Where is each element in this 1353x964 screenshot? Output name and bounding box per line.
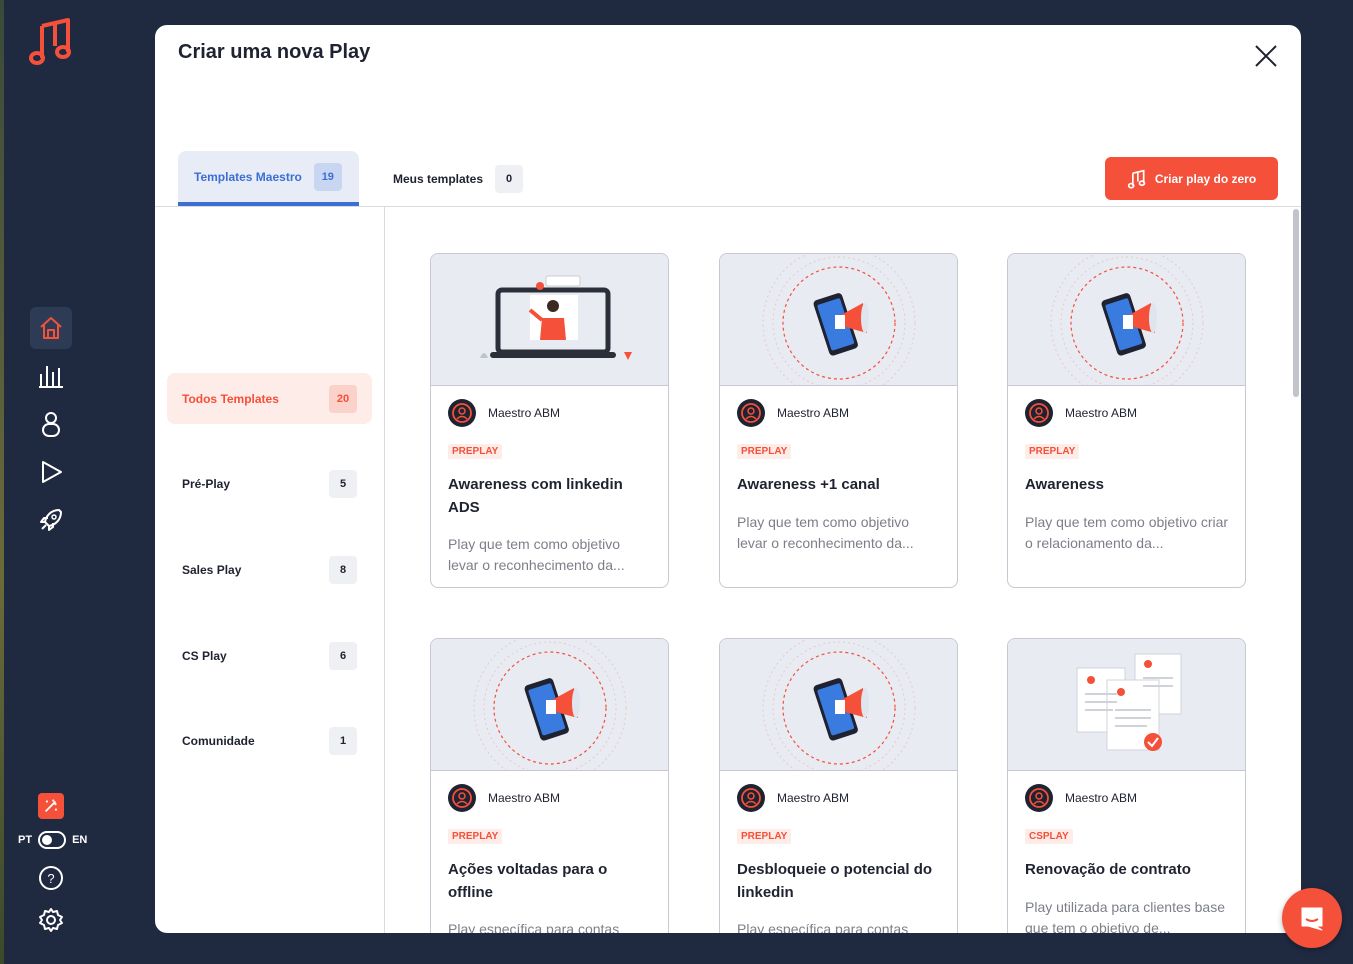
play-icon[interactable]: [30, 451, 72, 493]
card-author: Maestro ABM: [1025, 784, 1137, 812]
card-author: Maestro ABM: [737, 399, 849, 427]
author-name: Maestro ABM: [1065, 406, 1138, 420]
avatar: [1025, 399, 1053, 427]
author-name: Maestro ABM: [1065, 791, 1138, 805]
template-card[interactable]: Maestro ABM CSPLAY Renovação de contrato…: [1007, 638, 1246, 933]
avatar: [737, 399, 765, 427]
category-count: 8: [329, 555, 357, 584]
card-author: Maestro ABM: [448, 784, 560, 812]
tab-label: Meus templates: [393, 171, 484, 186]
panel-divider: [384, 206, 385, 933]
card-description: Play utilizada para clientes base que te…: [1025, 899, 1226, 933]
category-comunidade[interactable]: Comunidade 1: [167, 715, 372, 766]
category-count: 6: [329, 641, 357, 670]
magic-wand-icon[interactable]: [38, 793, 64, 819]
category-cs-play[interactable]: CS Play 6: [167, 630, 372, 681]
tab-count: 19: [313, 162, 342, 191]
category-count: 20: [329, 384, 357, 413]
avatar: [448, 399, 476, 427]
tab-label: Templates Maestro: [194, 169, 302, 184]
lang-pt-label: PT: [18, 834, 33, 846]
template-card[interactable]: Maestro ABM PREPLAY Awareness com linked…: [430, 253, 669, 588]
author-name: Maestro ABM: [488, 791, 561, 805]
create-play-modal: Criar uma nova Play Templates Maestro 19…: [155, 25, 1301, 933]
category-todos-templates[interactable]: Todos Templates 20: [167, 373, 372, 424]
card-title: Ações voltadas para o offline: [448, 861, 608, 901]
chat-icon[interactable]: [1282, 888, 1342, 948]
card-title: Awareness com linkedin ADS: [448, 476, 623, 516]
scrollbar[interactable]: [1291, 207, 1301, 933]
type-badge: PREPLAY: [1025, 444, 1080, 459]
card-description: Play que tem como objetivo levar o recon…: [737, 514, 914, 551]
type-badge: PREPLAY: [737, 829, 792, 844]
music-notes-icon: [1127, 169, 1146, 189]
category-label: Todos Templates: [182, 391, 279, 406]
category-label: CS Play: [182, 648, 227, 663]
card-description: Play que tem como objetivo criar o relac…: [1025, 514, 1229, 551]
type-badge: PREPLAY: [448, 444, 503, 459]
settings-gear-icon[interactable]: [30, 899, 72, 941]
header-divider: [155, 206, 1301, 207]
template-card[interactable]: Maestro ABM PREPLAY Awareness +1 canal P…: [719, 253, 958, 588]
music-notes-logo-icon[interactable]: [28, 16, 78, 66]
tab-count: 0: [495, 164, 524, 193]
home-icon[interactable]: [30, 307, 72, 349]
tab-templates-maestro[interactable]: Templates Maestro 19: [178, 151, 359, 206]
template-card[interactable]: Maestro ABM PREPLAY Desbloqueie o potenc…: [719, 638, 958, 933]
card-description: Play que tem como objetivo levar o recon…: [448, 536, 625, 573]
create-play-from-scratch-button[interactable]: Criar play do zero: [1105, 157, 1278, 200]
phone-megaphone-illustration: [1008, 254, 1245, 386]
card-title: Awareness +1 canal: [737, 476, 880, 493]
type-badge: CSPLAY: [1025, 829, 1073, 844]
category-sales-play[interactable]: Sales Play 8: [167, 544, 372, 595]
avatar: [448, 784, 476, 812]
card-author: Maestro ABM: [737, 784, 849, 812]
sidebar: PT EN ?: [4, 0, 100, 964]
chart-icon[interactable]: [30, 355, 72, 397]
card-description: Play específica para contas: [737, 921, 909, 933]
phone-megaphone-illustration: [720, 254, 957, 386]
help-icon[interactable]: ?: [30, 857, 72, 899]
category-label: Pré-Play: [182, 476, 231, 491]
rocket-icon[interactable]: [30, 499, 72, 541]
close-icon[interactable]: [1251, 41, 1281, 71]
scrollbar-thumb[interactable]: [1293, 209, 1299, 397]
type-badge: PREPLAY: [448, 829, 503, 844]
card-title: Awareness: [1025, 476, 1104, 493]
template-card[interactable]: Maestro ABM PREPLAY Awareness Play que t…: [1007, 253, 1246, 588]
avatar: [737, 784, 765, 812]
category-label: Sales Play: [182, 562, 242, 577]
category-label: Comunidade: [182, 733, 255, 748]
phone-megaphone-illustration: [431, 639, 668, 771]
phone-megaphone-illustration: [720, 639, 957, 771]
card-author: Maestro ABM: [448, 399, 560, 427]
author-name: Maestro ABM: [777, 791, 850, 805]
type-badge: PREPLAY: [737, 444, 792, 459]
user-icon[interactable]: [30, 403, 72, 445]
modal-title: Criar uma nova Play: [178, 41, 371, 63]
documents-check-illustration: [1008, 639, 1245, 771]
lang-switch[interactable]: [38, 831, 67, 849]
category-count: 5: [329, 469, 357, 498]
create-button-label: Criar play do zero: [1154, 171, 1257, 186]
author-name: Maestro ABM: [488, 406, 561, 420]
tab-meus-templates[interactable]: Meus templates 0: [377, 151, 539, 206]
card-description: Play específica para contas: [448, 921, 620, 933]
category-count: 1: [329, 726, 357, 755]
category-pre-play[interactable]: Pré-Play 5: [167, 458, 372, 509]
author-name: Maestro ABM: [777, 406, 850, 420]
lang-en-label: EN: [72, 834, 88, 846]
card-title: Renovação de contrato: [1025, 861, 1191, 878]
laptop-presenter-illustration: [431, 254, 668, 386]
template-card[interactable]: Maestro ABM PREPLAY Ações voltadas para …: [430, 638, 669, 933]
card-title: Desbloqueie o potencial do linkedin: [737, 861, 933, 901]
card-author: Maestro ABM: [1025, 399, 1137, 427]
language-toggle[interactable]: PT EN: [18, 831, 87, 849]
template-tabs: Templates Maestro 19 Meus templates 0: [178, 151, 539, 206]
svg-text:?: ?: [47, 871, 54, 886]
avatar: [1025, 784, 1053, 812]
